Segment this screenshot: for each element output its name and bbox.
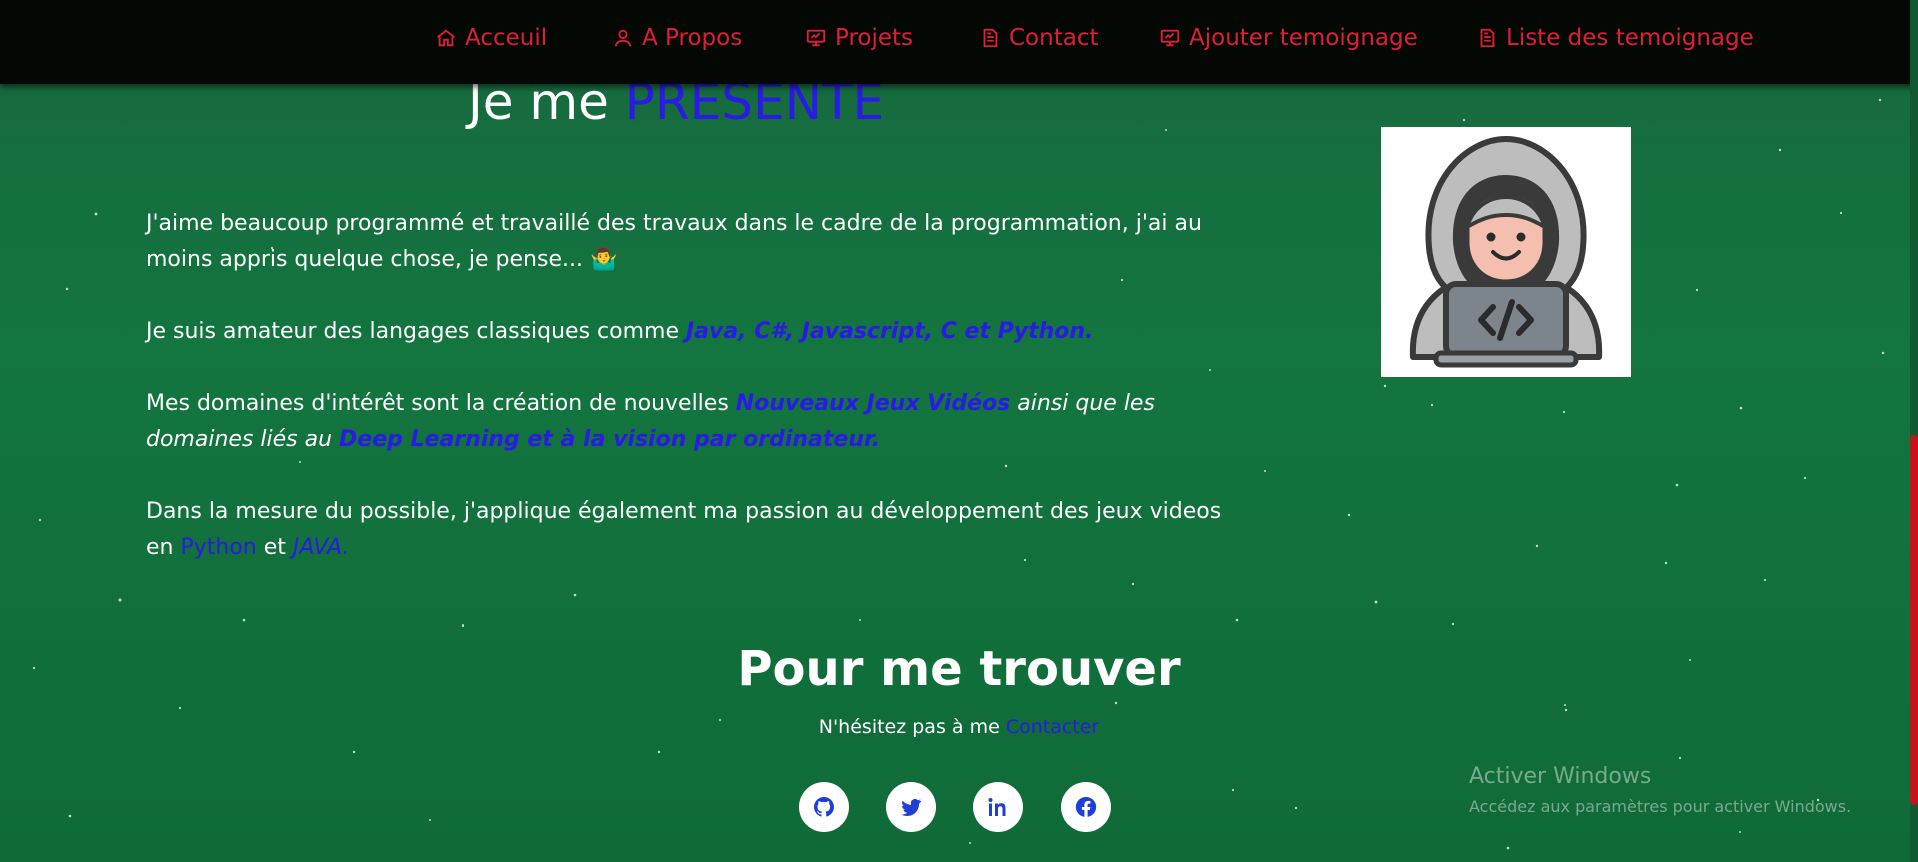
deep-learning-highlight: Deep Learning et à la vision par ordinat… <box>339 427 881 452</box>
find-me-title: Pour me trouver <box>737 641 1181 697</box>
paragraph-text: Je suis amateur des langages classiques … <box>146 319 686 344</box>
github-icon <box>814 797 834 817</box>
windows-activation-title: Activer Windows <box>1469 764 1652 789</box>
windows-activation-subtitle: Accédez aux paramètres pour activer Wind… <box>1469 797 1852 816</box>
nav-label: Ajouter temoignage <box>1189 25 1418 51</box>
user-icon <box>614 29 632 47</box>
about-paragraph-3: Mes domaines d'intérêt sont la création … <box>146 386 1226 458</box>
linkedin-button[interactable] <box>973 782 1023 832</box>
about-paragraph-4: Dans la mesure du possible, j'applique é… <box>146 494 1226 566</box>
facebook-icon <box>1075 796 1097 817</box>
scrollbar-thumb[interactable] <box>1910 435 1918 805</box>
about-paragraph-1: J'aime beaucoup programmé et travaillé d… <box>146 211 1202 272</box>
nav-label: A Propos <box>642 25 743 51</box>
hacker-avatar-icon <box>1409 136 1603 368</box>
contact-link[interactable]: Contacter <box>1006 716 1099 738</box>
java-highlight: JAVA. <box>292 535 350 560</box>
nav-item-projets[interactable]: Projets <box>805 20 913 56</box>
find-me-subtitle: N'hésitez pas à me Contacter <box>0 716 1918 738</box>
presentation-icon <box>806 29 826 47</box>
video-games-highlight: Nouveaux Jeux Vidéos <box>735 391 1011 416</box>
nav-label: Projets <box>835 25 914 51</box>
languages-highlight: Java, C#, Javascript, C et Python. <box>686 319 1094 344</box>
top-navbar: Acceuil A Propos Projets Contact Ajouter… <box>0 0 1918 84</box>
home-icon <box>437 29 455 47</box>
subtitle-text: N'hésitez pas à me <box>818 716 1006 738</box>
nav-item-ajouter-temoignage[interactable]: Ajouter temoignage <box>1159 20 1418 56</box>
linkedin-icon <box>988 798 1006 816</box>
python-highlight: Python <box>180 535 257 560</box>
nav-item-contact[interactable]: Contact <box>979 20 1098 56</box>
nav-item-a-propos[interactable]: A Propos <box>612 20 742 56</box>
hacker-avatar <box>1381 127 1631 377</box>
document-icon <box>983 28 998 48</box>
facebook-button[interactable] <box>1061 782 1111 832</box>
twitter-icon <box>901 798 921 817</box>
paragraph-text: et <box>256 535 293 560</box>
paragraph-text: Mes domaines d'intérêt sont la création … <box>146 391 736 416</box>
github-button[interactable] <box>799 782 849 832</box>
twitter-button[interactable] <box>886 782 936 832</box>
nav-item-liste-des-temoignage[interactable]: Liste des temoignage <box>1476 20 1754 56</box>
nav-label: Liste des temoignage <box>1506 25 1754 51</box>
nav-label: Contact <box>1009 25 1099 51</box>
document-icon <box>1480 28 1495 48</box>
about-paragraph-2: Je suis amateur des langages classiques … <box>146 314 1226 350</box>
nav-label: Acceuil <box>465 25 548 51</box>
presentation-icon <box>1160 29 1180 47</box>
nav-item-acceuil[interactable]: Acceuil <box>435 20 547 56</box>
